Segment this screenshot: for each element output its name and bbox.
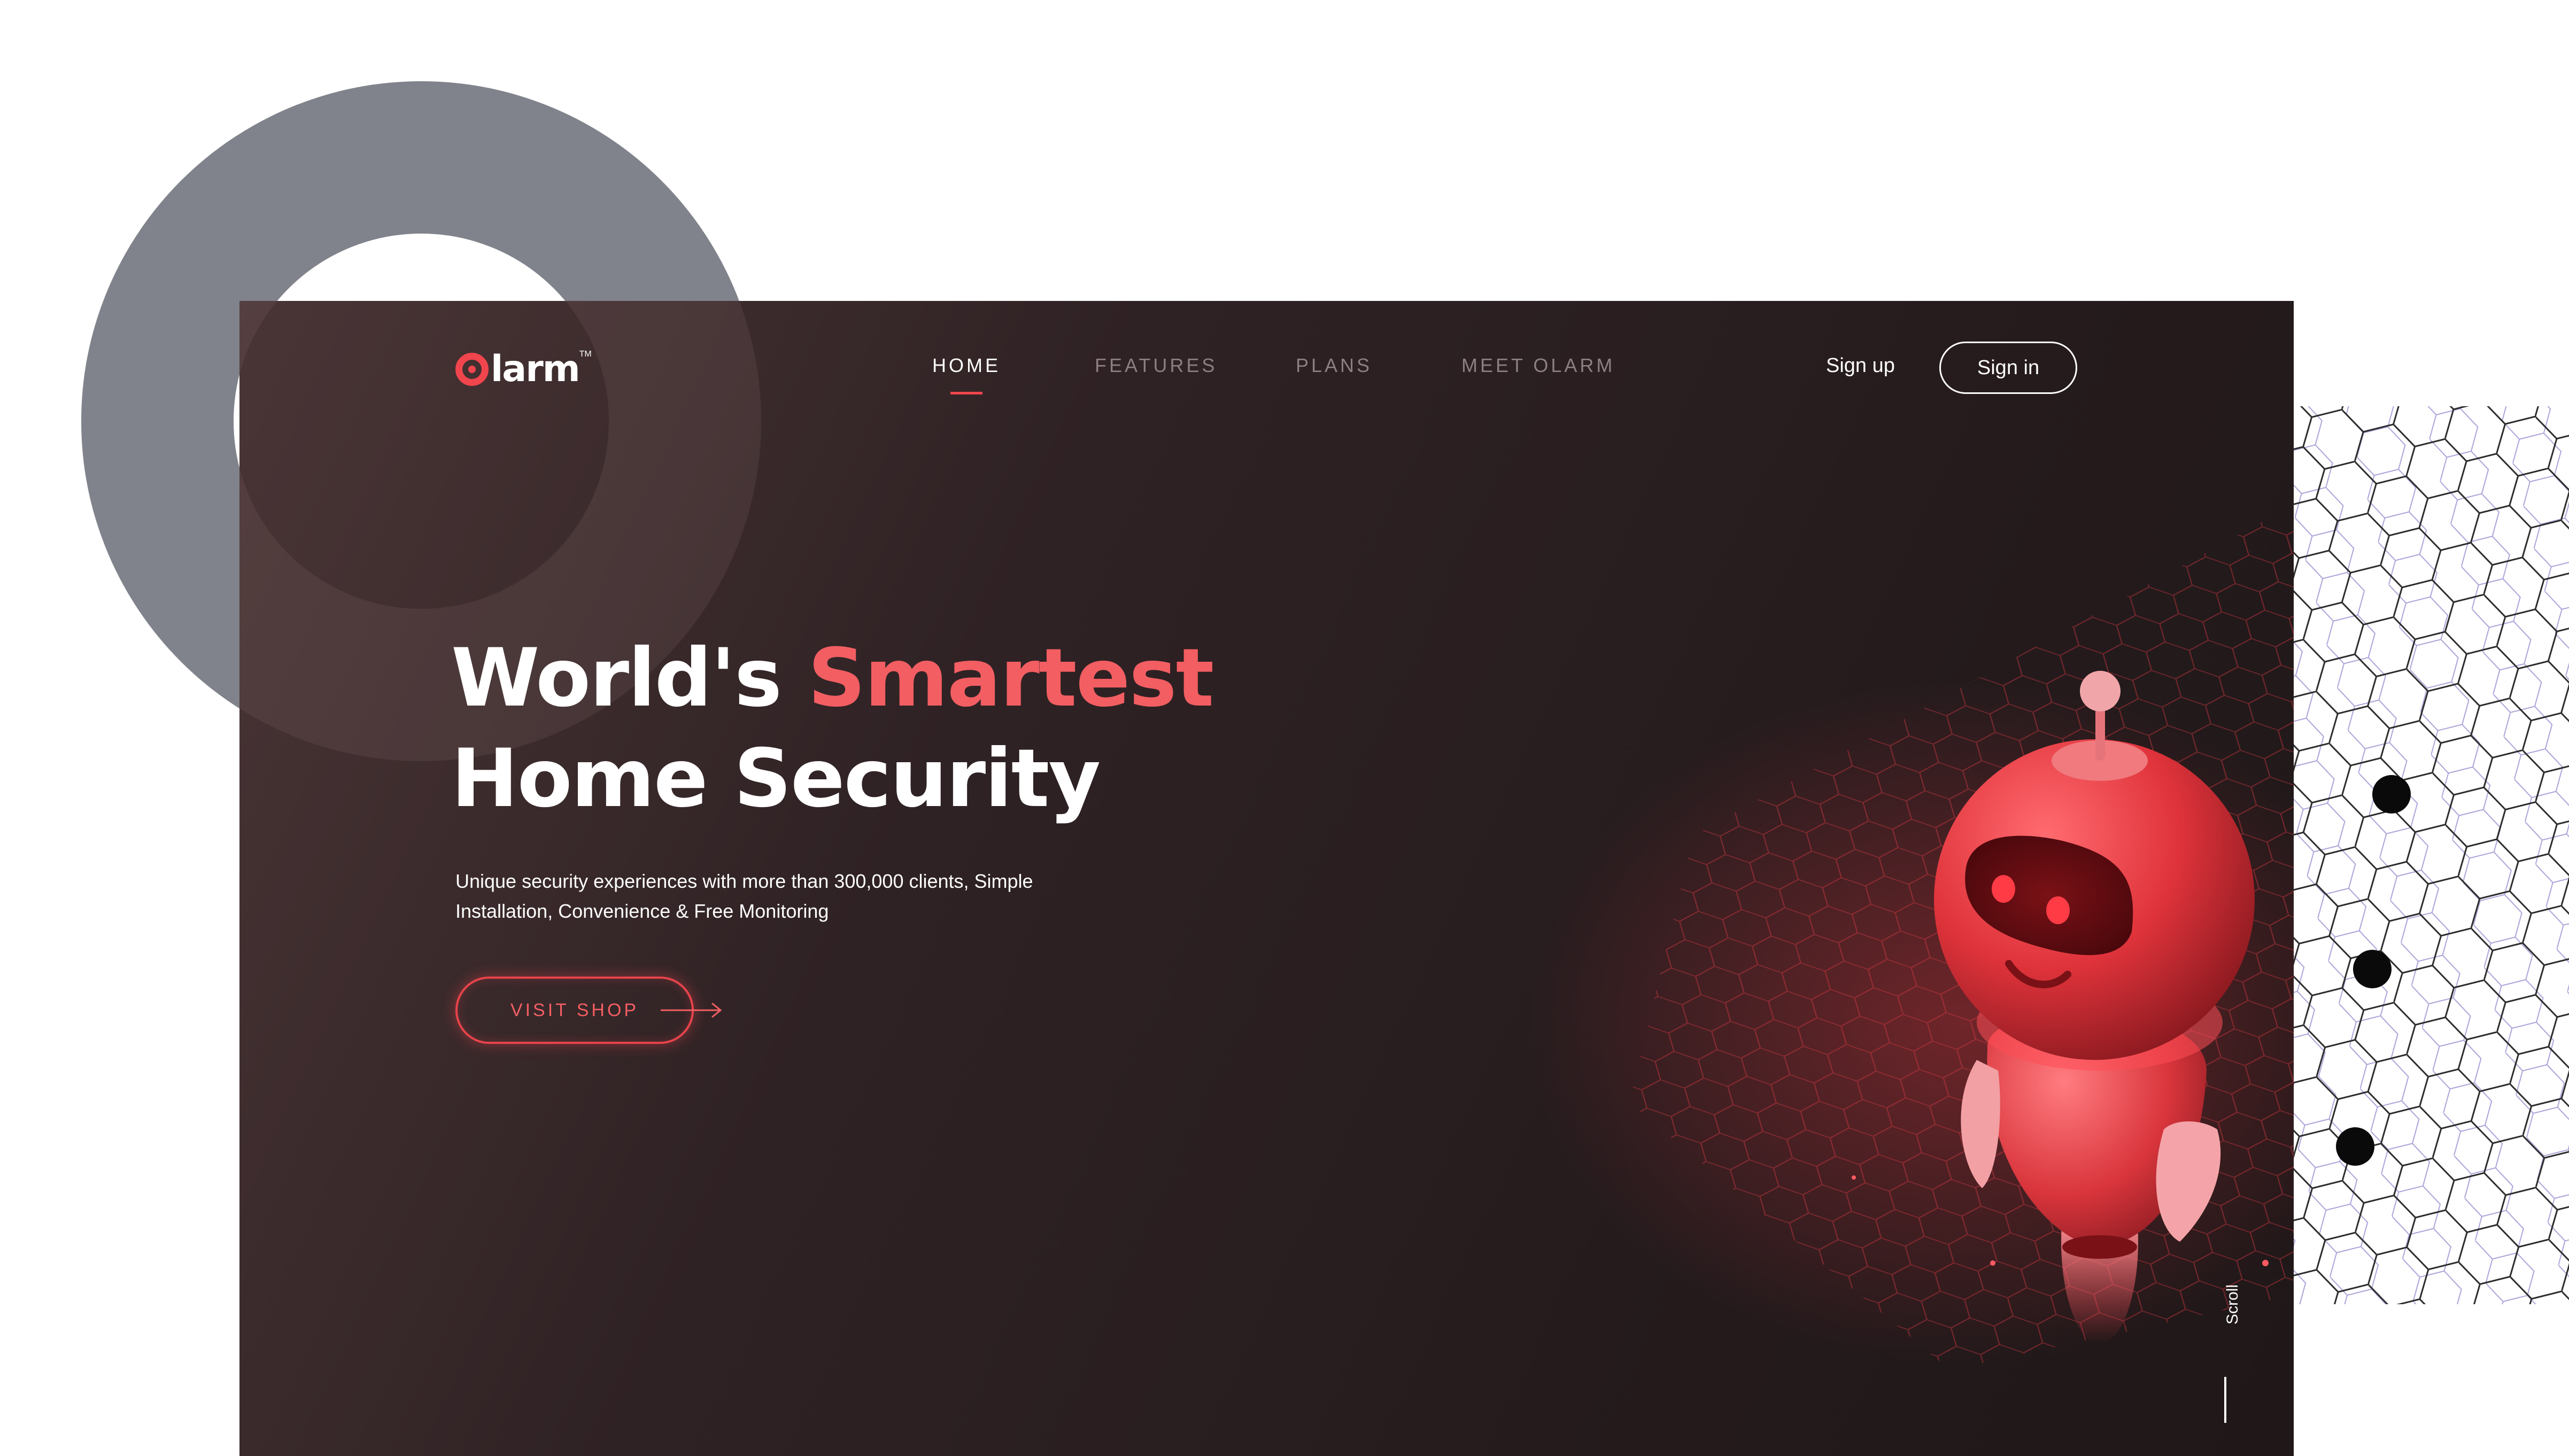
hero-subtitle: Unique security experiences with more th… — [455, 866, 1097, 926]
signin-label: Sign in — [1977, 356, 2040, 379]
visit-shop-button[interactable]: VISIT SHOP — [455, 977, 694, 1044]
hero-title-plain: World's — [451, 632, 782, 725]
active-indicator — [950, 392, 982, 394]
nav-item-home[interactable]: HOME — [932, 354, 1001, 394]
hero-subtitle-line1: Unique security experiences with more th… — [455, 870, 1033, 892]
arrow-right-icon[interactable] — [661, 998, 725, 1023]
nav-item-label: PLANS — [1296, 354, 1373, 376]
hero-title-line1: World's Smartest — [451, 628, 1214, 729]
hero-card: larm TM HOME FEATURES PLANS MEET OLARM S… — [239, 301, 2294, 1456]
signup-link[interactable]: Sign up — [1826, 354, 1895, 377]
hero-title: World's Smartest Home Security — [451, 628, 1214, 829]
scroll-indicator-line — [2224, 1377, 2226, 1423]
signin-button[interactable]: Sign in — [1939, 342, 2077, 394]
nav-item-label: HOME — [932, 354, 1001, 376]
nav-item-meet-olarm[interactable]: MEET OLARM — [1461, 354, 1615, 377]
hero-subtitle-line2: Installation, Convenience & Free Monitor… — [455, 900, 829, 922]
scroll-label[interactable]: Scroll — [2224, 1284, 2242, 1325]
nav-item-label: FEATURES — [1095, 354, 1218, 376]
page: larm TM HOME FEATURES PLANS MEET OLARM S… — [0, 0, 2569, 1456]
robot-illustration — [1528, 504, 2294, 1370]
nav-item-features[interactable]: FEATURES — [1095, 354, 1217, 377]
nav-item-plans[interactable]: PLANS — [1296, 354, 1372, 377]
hero-title-accent: Smartest — [808, 632, 1214, 725]
hero-title-line2: Home Security — [451, 732, 1101, 825]
visit-shop-label: VISIT SHOP — [510, 1000, 639, 1020]
nav-item-label: MEET OLARM — [1461, 354, 1615, 376]
